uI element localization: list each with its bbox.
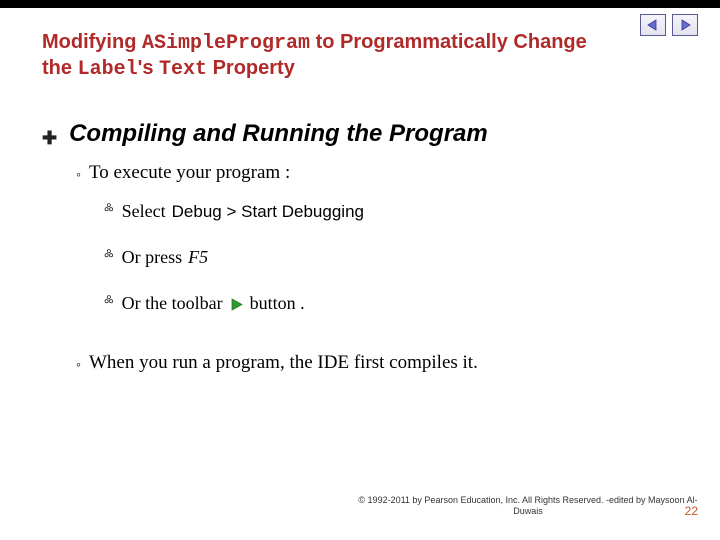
select-path: Debug > Start Debugging [172, 202, 364, 222]
press-prefix: Or press [122, 247, 183, 268]
toolbar-suffix: button . [250, 293, 305, 314]
next-slide-button[interactable] [672, 14, 698, 36]
select-prefix: Select [122, 201, 166, 222]
press-key: F5 [188, 247, 208, 268]
section-heading-line: ✚ Compiling and Running the Program [42, 120, 662, 148]
link-bullet-icon: ༜ [104, 238, 114, 278]
sub-item-f5: ༜ Or press F5 [104, 238, 662, 278]
copyright-text: © 1992-2011 by Pearson Education, Inc. A… [358, 495, 698, 518]
title-text-4: Property [207, 57, 295, 79]
title-code-2: Label [78, 58, 138, 81]
title-text-1: Modifying [42, 31, 142, 53]
sub-item-execute: ◦ To execute your program : [76, 160, 662, 186]
link-bullet-icon: ༜ [104, 284, 114, 324]
compile-note-text: When you run a program, the IDE first co… [89, 350, 478, 376]
slide-title: Modifying ASimpleProgram to Programmatic… [42, 30, 602, 82]
plus-bullet-icon: ✚ [42, 129, 57, 147]
arrow-right-icon [678, 19, 692, 31]
circle-bullet-icon: ◦ [76, 169, 81, 183]
exec-intro-text: To execute your program : [89, 160, 290, 186]
top-black-bar [0, 0, 720, 8]
sub-item-toolbar: ༜ Or the toolbar button . [104, 284, 662, 324]
page-number: 22 [685, 504, 698, 518]
sub-item-compile: ◦ When you run a program, the IDE first … [76, 350, 662, 376]
link-bullet-icon: ༜ [104, 192, 114, 232]
section-heading: Compiling and Running the Program [69, 120, 488, 148]
circle-bullet-icon: ◦ [76, 359, 81, 373]
slide-footer: © 1992-2011 by Pearson Education, Inc. A… [0, 495, 720, 518]
slide-nav [640, 14, 698, 36]
slide-content: ✚ Compiling and Running the Program ◦ To… [42, 120, 662, 375]
toolbar-prefix: Or the toolbar [122, 293, 223, 314]
title-text-3: 's [138, 57, 159, 79]
start-debug-toolbar-icon [229, 298, 244, 312]
title-code-3: Text [159, 58, 207, 81]
arrow-left-icon [646, 19, 660, 31]
sub-item-select: ༜ Select Debug > Start Debugging [104, 192, 662, 232]
prev-slide-button[interactable] [640, 14, 666, 36]
title-code-1: ASimpleProgram [142, 32, 310, 55]
